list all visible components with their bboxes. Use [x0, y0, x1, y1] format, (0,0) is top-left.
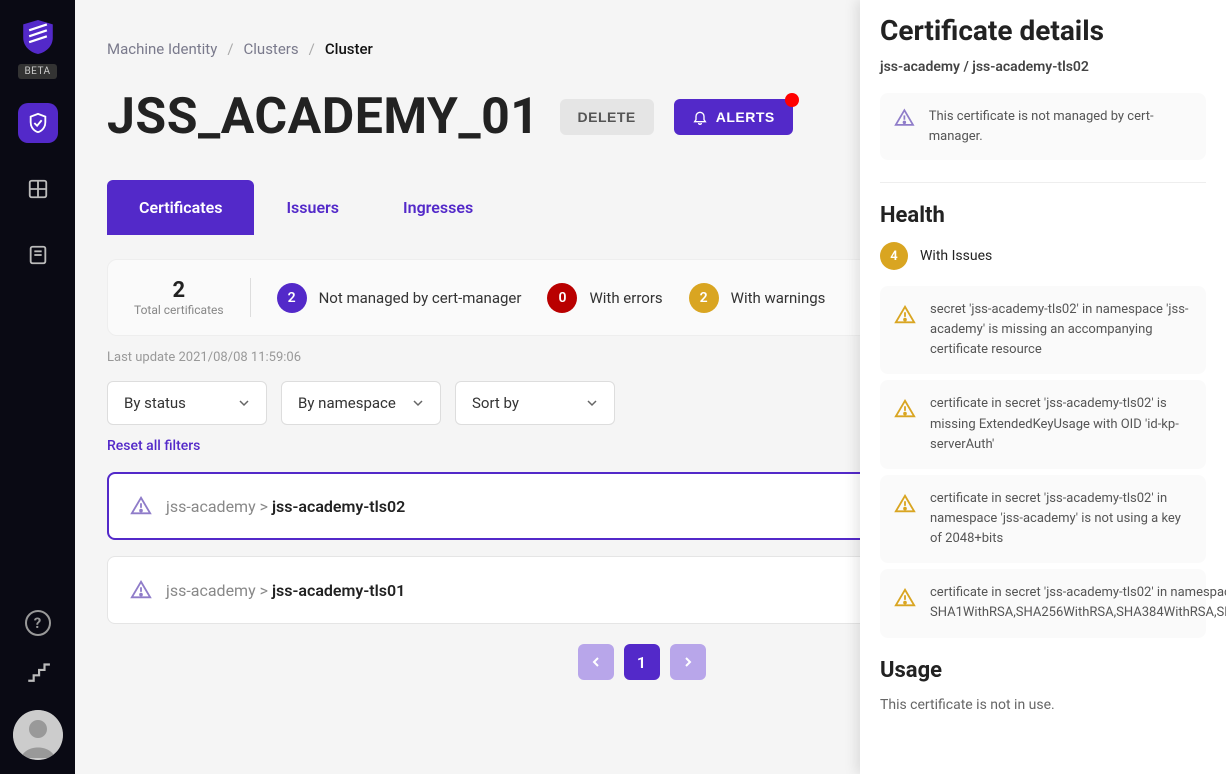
chevron-down-icon	[412, 397, 424, 409]
crumb-clusters[interactable]: Clusters	[244, 40, 299, 58]
usage-title: Usage	[880, 658, 1206, 683]
warning-icon	[894, 304, 916, 326]
warning-icon	[894, 493, 916, 515]
nav-dashboard[interactable]	[18, 169, 58, 209]
usage-text: This certificate is not in use.	[880, 697, 1206, 713]
page-title: JSS_ACADEMY_01	[107, 88, 540, 146]
health-issue: certificate in secret 'jss-academy-tls02…	[880, 380, 1206, 468]
nav-docs[interactable]	[18, 235, 58, 275]
filter-status[interactable]: By status	[107, 381, 267, 425]
user-avatar[interactable]	[13, 710, 63, 760]
chevron-down-icon	[238, 397, 250, 409]
warning-icon	[894, 587, 916, 609]
warning-icon	[894, 107, 915, 129]
health-issue: secret 'jss-academy-tls02' in namespace …	[880, 286, 1206, 374]
filter-namespace[interactable]: By namespace	[281, 381, 441, 425]
stairs-icon[interactable]	[25, 658, 51, 688]
crumb-cluster: Cluster	[325, 40, 373, 58]
stat-warnings: 2 With warnings	[689, 283, 826, 313]
stat-errors: 0 With errors	[547, 283, 662, 313]
tab-issuers[interactable]: Issuers	[254, 180, 371, 235]
left-nav: BETA ?	[0, 0, 75, 774]
chevron-down-icon	[586, 397, 598, 409]
beta-badge: BETA	[18, 64, 56, 79]
pager-page-1[interactable]: 1	[624, 644, 660, 680]
tab-certificates[interactable]: Certificates	[107, 180, 254, 235]
chevron-left-icon	[590, 656, 602, 668]
bell-icon	[692, 109, 708, 125]
tab-ingresses[interactable]: Ingresses	[371, 180, 505, 235]
nav-security[interactable]	[18, 103, 58, 143]
details-title: Certificate details	[880, 14, 1206, 47]
help-icon[interactable]: ?	[25, 610, 51, 636]
certificate-details-panel: Certificate details jss-academy / jss-ac…	[860, 0, 1226, 774]
health-issue: certificate in secret 'jss-academy-tls02…	[880, 569, 1206, 637]
warning-icon	[130, 579, 152, 601]
not-managed-info: This certificate is not managed by cert-…	[880, 93, 1206, 160]
health-title: Health	[880, 203, 1206, 228]
alert-indicator	[785, 93, 799, 107]
crumb-machine-identity[interactable]: Machine Identity	[107, 40, 217, 58]
logo[interactable]	[21, 20, 55, 64]
details-subtitle: jss-academy / jss-academy-tls02	[880, 59, 1206, 75]
filter-sort[interactable]: Sort by	[455, 381, 615, 425]
chevron-right-icon	[682, 656, 694, 668]
pager-next[interactable]	[670, 644, 706, 680]
pager-prev[interactable]	[578, 644, 614, 680]
alerts-button[interactable]: ALERTS	[674, 99, 793, 135]
health-issue: certificate in secret 'jss-academy-tls02…	[880, 475, 1206, 563]
warning-icon	[894, 398, 916, 420]
delete-button[interactable]: DELETE	[560, 99, 654, 135]
health-summary: 4 With Issues	[880, 242, 1206, 270]
stat-total: 2 Total certificates	[134, 278, 251, 317]
warning-icon	[130, 495, 152, 517]
reset-filters[interactable]: Reset all filters	[107, 438, 200, 454]
stat-not-managed: 2 Not managed by cert-manager	[277, 283, 522, 313]
